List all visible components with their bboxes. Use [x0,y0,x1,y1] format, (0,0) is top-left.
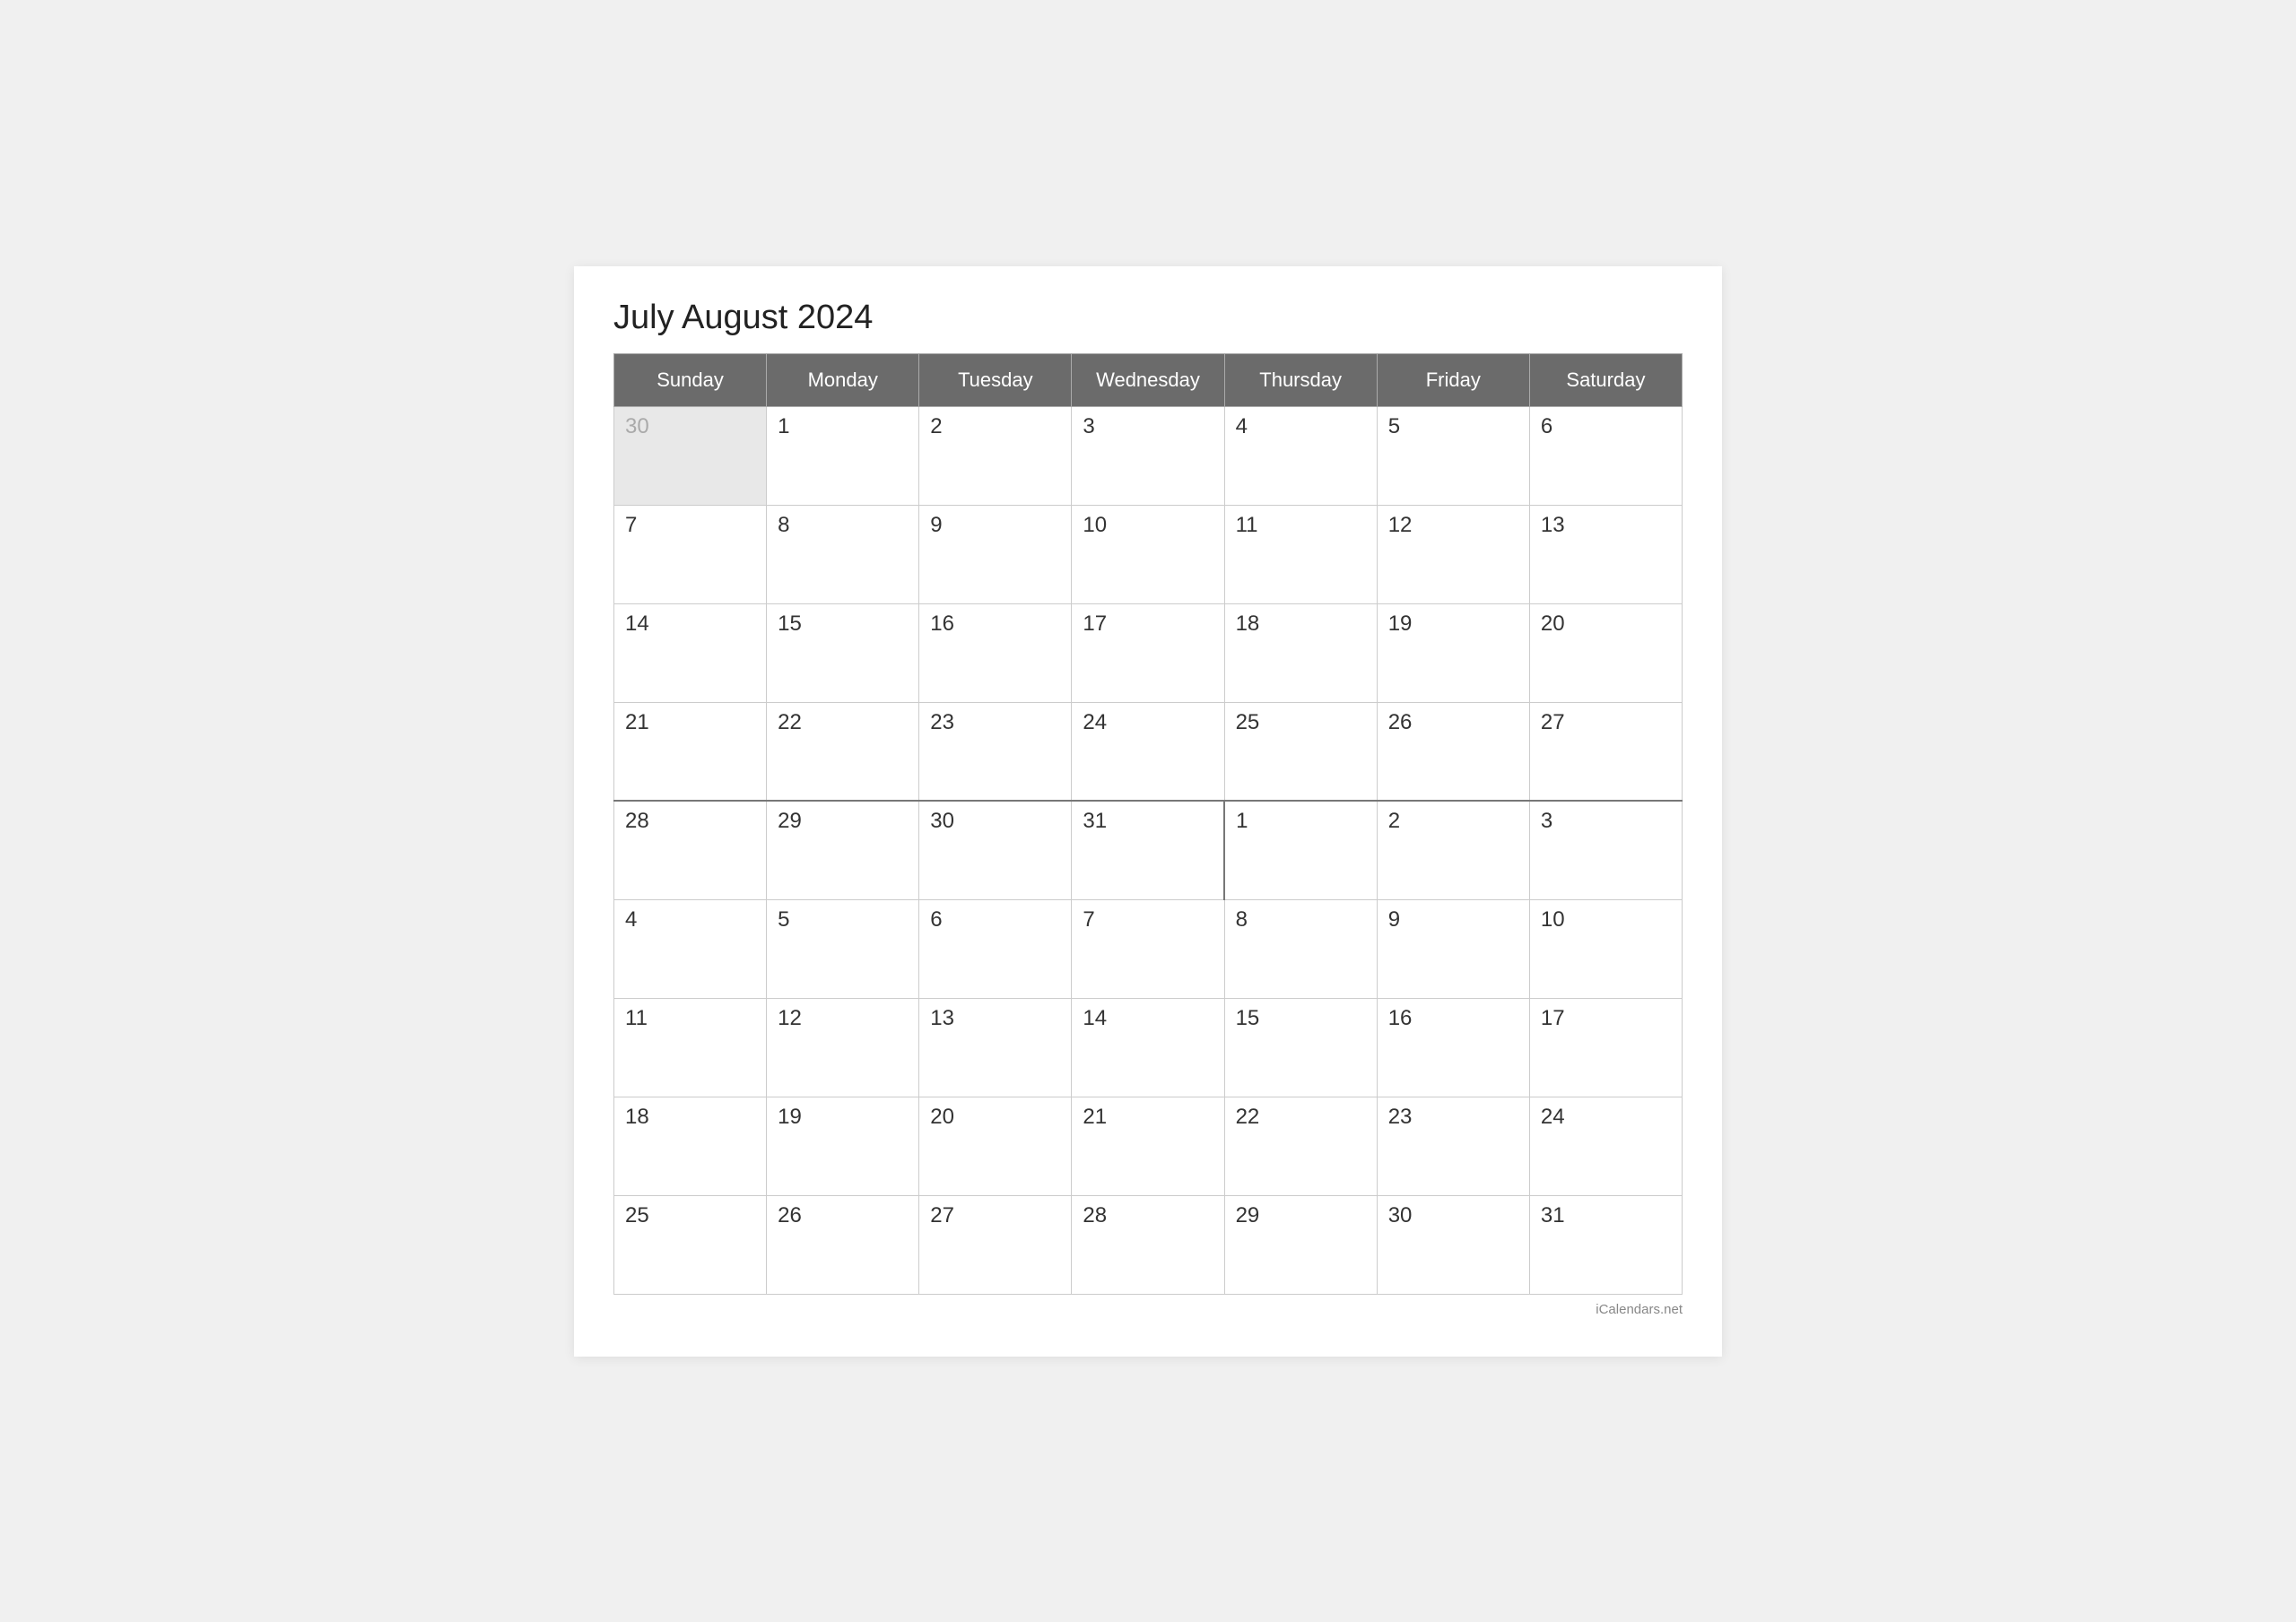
calendar-day: 11 [1224,505,1377,603]
calendar-day: 7 [1072,899,1224,998]
calendar-day: 29 [767,801,919,899]
calendar-week-row: 78910111213 [614,505,1683,603]
calendar-week-row: 25262728293031 [614,1195,1683,1294]
calendar-day: 27 [1529,702,1682,801]
calendar-day: 10 [1072,505,1224,603]
header-friday: Friday [1377,353,1529,406]
calendar-day: 27 [919,1195,1072,1294]
header-tuesday: Tuesday [919,353,1072,406]
calendar-title: July August 2024 [613,299,1683,337]
calendar-day: 2 [1377,801,1529,899]
calendar-day: 8 [767,505,919,603]
header-monday: Monday [767,353,919,406]
calendar-day: 15 [767,603,919,702]
calendar-day: 26 [767,1195,919,1294]
calendar-day: 30 [1377,1195,1529,1294]
header-thursday: Thursday [1224,353,1377,406]
calendar-day: 13 [1529,505,1682,603]
calendar-week-row: 14151617181920 [614,603,1683,702]
calendar-day: 23 [919,702,1072,801]
header-saturday: Saturday [1529,353,1682,406]
calendar-day: 19 [767,1097,919,1195]
calendar-footer: iCalendars.net [613,1302,1683,1317]
calendar-day: 12 [767,998,919,1097]
calendar-day: 18 [614,1097,767,1195]
calendar-day: 3 [1529,801,1682,899]
calendar-week-row: 11121314151617 [614,998,1683,1097]
calendar-day: 20 [919,1097,1072,1195]
calendar-day: 17 [1072,603,1224,702]
calendar-day: 31 [1529,1195,1682,1294]
calendar-day: 24 [1072,702,1224,801]
header-wednesday: Wednesday [1072,353,1224,406]
calendar-day: 7 [614,505,767,603]
calendar-day: 14 [1072,998,1224,1097]
calendar-day: 1 [767,406,919,505]
calendar-day: 21 [614,702,767,801]
calendar-day: 11 [614,998,767,1097]
calendar-day: 5 [1377,406,1529,505]
calendar-day: 19 [1377,603,1529,702]
calendar-day: 6 [919,899,1072,998]
calendar-day: 5 [767,899,919,998]
calendar-day: 18 [1224,603,1377,702]
calendar-week-row: 21222324252627 [614,702,1683,801]
calendar-day: 21 [1072,1097,1224,1195]
calendar-table: SundayMondayTuesdayWednesdayThursdayFrid… [613,353,1683,1295]
calendar-day: 14 [614,603,767,702]
calendar-day: 4 [614,899,767,998]
calendar-day: 8 [1224,899,1377,998]
calendar-week-row: 28293031123 [614,801,1683,899]
calendar-day: 22 [767,702,919,801]
header-sunday: Sunday [614,353,767,406]
calendar-day: 25 [614,1195,767,1294]
calendar-day: 4 [1224,406,1377,505]
calendar-day: 20 [1529,603,1682,702]
calendar-day: 25 [1224,702,1377,801]
calendar-day: 2 [919,406,1072,505]
calendar-day: 12 [1377,505,1529,603]
calendar-day: 17 [1529,998,1682,1097]
calendar-day: 3 [1072,406,1224,505]
calendar-day: 16 [1377,998,1529,1097]
calendar-container: July August 2024 SundayMondayTuesdayWedn… [574,266,1722,1357]
calendar-day: 28 [1072,1195,1224,1294]
calendar-day: 9 [919,505,1072,603]
calendar-day: 9 [1377,899,1529,998]
calendar-day: 6 [1529,406,1682,505]
calendar-day: 22 [1224,1097,1377,1195]
days-header-row: SundayMondayTuesdayWednesdayThursdayFrid… [614,353,1683,406]
calendar-day: 10 [1529,899,1682,998]
calendar-day: 30 [614,406,767,505]
calendar-day: 30 [919,801,1072,899]
calendar-day: 29 [1224,1195,1377,1294]
calendar-day: 23 [1377,1097,1529,1195]
calendar-day: 1 [1224,801,1377,899]
calendar-day: 24 [1529,1097,1682,1195]
calendar-week-row: 30123456 [614,406,1683,505]
calendar-week-row: 45678910 [614,899,1683,998]
calendar-day: 31 [1072,801,1224,899]
calendar-day: 16 [919,603,1072,702]
calendar-day: 15 [1224,998,1377,1097]
calendar-day: 28 [614,801,767,899]
calendar-week-row: 18192021222324 [614,1097,1683,1195]
calendar-day: 13 [919,998,1072,1097]
calendar-body: 3012345678910111213141516171819202122232… [614,406,1683,1294]
calendar-day: 26 [1377,702,1529,801]
